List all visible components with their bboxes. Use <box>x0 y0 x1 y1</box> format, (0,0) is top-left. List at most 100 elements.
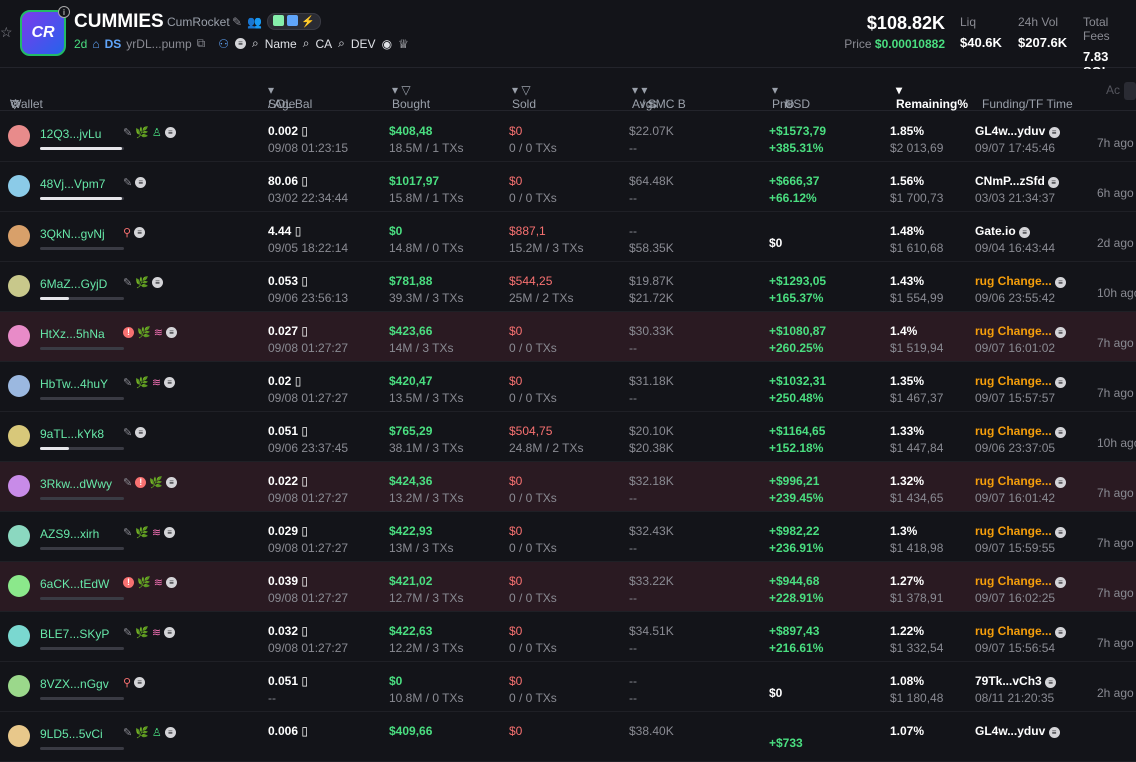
table-row[interactable]: AZS9...xirh ✎ 🌿 ≋ ≡ 0.029 ▯ 09/08 01:27:27 … <box>0 512 1136 562</box>
swap-icon[interactable]: ⇆ <box>647 97 657 111</box>
funding-source[interactable]: rug Change... ≡ <box>975 624 1067 638</box>
scroll-right-button[interactable] <box>1124 82 1136 100</box>
wallet-link[interactable]: 9LD5...5vCi <box>40 727 103 741</box>
col-avgmc[interactable]: Avg MC B ▾ / S ▾ ⇆ <box>632 83 686 111</box>
layers-icon[interactable]: ≋ <box>154 576 163 589</box>
leaf-icon[interactable]: 🌿 <box>137 576 151 589</box>
funding-source[interactable]: GL4w...yduv ≡ <box>975 124 1060 138</box>
leaf-icon[interactable]: 🌿 <box>135 726 149 739</box>
col-bought[interactable]: Bought ▾ ▽ <box>392 83 430 111</box>
edit-icon[interactable]: ✎ <box>123 126 132 139</box>
wallet-link[interactable]: 8VZX...nGgv <box>40 677 109 691</box>
funding-source[interactable]: GL4w...yduv ≡ <box>975 724 1060 738</box>
layers-icon[interactable]: ≋ <box>152 376 161 389</box>
circle-icon[interactable]: ≡ <box>151 277 163 288</box>
table-row[interactable]: 8VZX...nGgv ⚲ ≡ 0.051 ▯ -- $0 10.8M / 0 T… <box>0 662 1136 712</box>
leaf-icon[interactable]: 🌿 <box>135 626 149 639</box>
edit-icon[interactable]: ✎ <box>123 526 132 539</box>
wallet-link[interactable]: 6MaZ...GyjD <box>40 277 107 291</box>
currency-icon[interactable]: ⊛ <box>785 97 795 111</box>
edit-icon[interactable]: ✎ <box>123 726 132 739</box>
wallet-link[interactable]: BLE7...SKyP <box>40 627 109 641</box>
info-icon[interactable]: ≡ <box>1048 177 1060 188</box>
table-row[interactable]: 6MaZ...GyjD ✎ 🌿 ≡ 0.053 ▯ 09/06 23:56:13 $… <box>0 262 1136 312</box>
token-logo[interactable]: CR i <box>20 6 70 56</box>
funding-source[interactable]: rug Change... ≡ <box>975 374 1067 388</box>
circle-icon[interactable]: ≡ <box>134 227 146 238</box>
funding-source[interactable]: 79Tk...vCh3 ≡ <box>975 674 1057 688</box>
wallet-link[interactable]: HtXz...5hNa <box>40 327 105 341</box>
circle-icon[interactable]: ≡ <box>165 327 177 338</box>
ds-link[interactable]: DS <box>105 37 122 51</box>
edit-icon[interactable]: ✎ <box>123 426 132 439</box>
table-row[interactable]: 3Rkw...dWwy ✎! 🌿 ≡ 0.022 ▯ 09/08 01:27:27 … <box>0 462 1136 512</box>
circle-icon[interactable]: ≡ <box>165 477 177 488</box>
info-icon[interactable]: ≡ <box>1055 327 1067 338</box>
search-dev-link[interactable]: DEV <box>351 37 376 51</box>
circle-icon[interactable]: ≡ <box>164 377 176 388</box>
person-icon[interactable]: ♙ <box>152 726 162 739</box>
crown-icon[interactable]: ♕ <box>398 37 409 51</box>
layers-icon[interactable]: ≋ <box>154 326 163 339</box>
info-icon[interactable]: ≡ <box>1055 377 1067 388</box>
funding-source[interactable]: CNmP...zSfd ≡ <box>975 174 1060 188</box>
filter-icon[interactable]: ▽ <box>10 97 19 111</box>
edit-icon[interactable]: ✎ <box>123 626 132 639</box>
info-icon[interactable]: ≡ <box>1055 577 1067 588</box>
wallet-link[interactable]: 9aTL...kYk8 <box>40 427 104 441</box>
search-ca-link[interactable]: CA <box>315 37 332 51</box>
leaf-icon[interactable]: 🌿 <box>135 526 149 539</box>
leaf-icon[interactable]: 🌿 <box>135 376 149 389</box>
leaf-icon[interactable]: 🌿 <box>135 126 149 139</box>
col-last[interactable]: Ac <box>1106 83 1120 97</box>
wallet-link[interactable]: 12Q3...jvLu <box>40 127 101 141</box>
funding-source[interactable]: Gate.io ≡ <box>975 224 1031 238</box>
home-icon[interactable]: ⌂ <box>92 37 99 51</box>
table-row[interactable]: 48Vj...Vpm7 ✎ ≡ 80.06 ▯ 03/02 22:34:44 $1… <box>0 162 1136 212</box>
info-icon[interactable]: ≡ <box>1045 677 1057 688</box>
wallet-link[interactable]: HbTw...4huY <box>40 377 108 391</box>
col-remaining[interactable]: Remaining% ▾ <box>896 83 968 111</box>
funding-source[interactable]: rug Change... ≡ <box>975 524 1067 538</box>
creator-name[interactable]: CumRocket <box>167 15 230 29</box>
table-row[interactable]: 6aCK...tEdW ! 🌿 ≋ ≡ 0.039 ▯ 09/08 01:27:27 … <box>0 562 1136 612</box>
link-icon[interactable]: ⚲ <box>123 676 131 689</box>
leaf-icon[interactable]: 🌿 <box>149 476 163 489</box>
funding-source[interactable]: rug Change... ≡ <box>975 424 1067 438</box>
circle-icon[interactable]: ≡ <box>135 427 147 438</box>
eye-icon[interactable]: ◉ <box>382 37 392 51</box>
leaf-icon[interactable]: 🌿 <box>137 326 151 339</box>
edit-icon[interactable]: ✎ <box>123 276 132 289</box>
info-icon[interactable]: ≡ <box>1048 127 1060 138</box>
funding-source[interactable]: rug Change... ≡ <box>975 574 1067 588</box>
circle-icon[interactable]: ≡ <box>164 527 176 538</box>
table-row[interactable]: 9aTL...kYk8 ✎ ≡ 0.051 ▯ 09/06 23:37:45 $7… <box>0 412 1136 462</box>
circle-icon[interactable]: ≡ <box>134 677 146 688</box>
wallet-link[interactable]: 3QkN...gvNj <box>40 227 105 241</box>
token-address[interactable]: yrDL...pump <box>126 37 191 51</box>
star-icon[interactable]: ☆ <box>0 24 13 41</box>
circle-icon[interactable]: ≡ <box>165 577 177 588</box>
copy-icon[interactable]: ⧉ <box>197 36 206 51</box>
table-row[interactable]: HtXz...5hNa ! 🌿 ≋ ≡ 0.027 ▯ 09/08 01:27:27 … <box>0 312 1136 362</box>
circle-icon[interactable]: ≡ <box>135 177 147 188</box>
search-dev-icon[interactable]: ⌕ <box>338 36 345 51</box>
circle-icon[interactable]: ≡ <box>164 727 176 738</box>
edit-icon[interactable]: ✎ <box>123 176 132 189</box>
search-ca-icon[interactable]: ⌕ <box>303 36 310 51</box>
info-icon[interactable]: ≡ <box>1055 527 1067 538</box>
wallet-link[interactable]: 48Vj...Vpm7 <box>40 177 105 191</box>
wallet-link[interactable]: 6aCK...tEdW <box>40 577 109 591</box>
info-icon[interactable]: ≡ <box>1019 227 1031 238</box>
layers-icon[interactable]: ≋ <box>152 626 161 639</box>
info-icon[interactable]: ≡ <box>1048 727 1060 738</box>
link-icon[interactable]: ⚲ <box>123 226 131 239</box>
holders-icon[interactable]: ⚇ <box>218 37 229 51</box>
info-icon[interactable]: ≡ <box>1055 427 1067 438</box>
col-solbal[interactable]: SOL Bal / Age ▾ <box>268 83 312 111</box>
person-icon[interactable]: ♙ <box>152 126 162 139</box>
funding-source[interactable]: rug Change... ≡ <box>975 474 1067 488</box>
wallet-link[interactable]: 3Rkw...dWwy <box>40 477 112 491</box>
edit-icon[interactable]: ✎ <box>123 476 132 489</box>
table-row[interactable]: 3QkN...gvNj ⚲ ≡ 4.44 ▯ 09/05 18:22:14 $0 … <box>0 212 1136 262</box>
